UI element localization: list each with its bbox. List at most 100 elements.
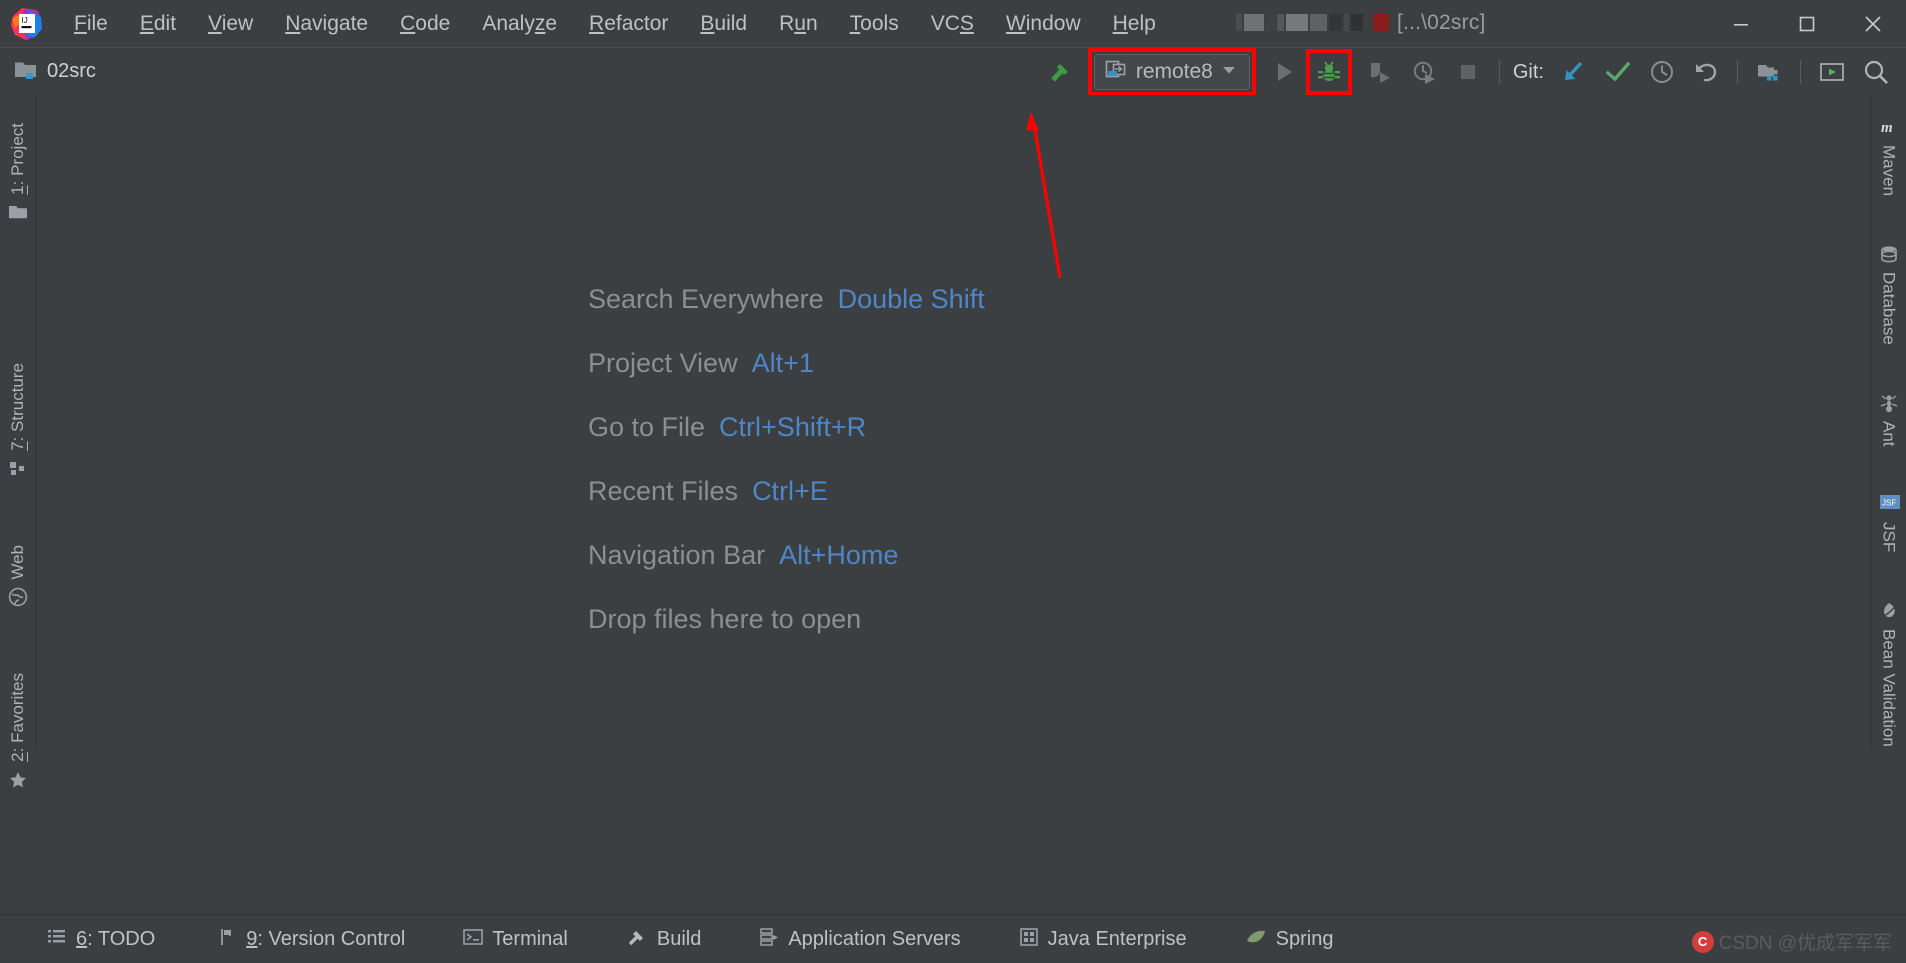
hint-shortcut: Ctrl+E bbox=[752, 475, 828, 506]
run-button[interactable] bbox=[1262, 50, 1306, 94]
stop-button[interactable] bbox=[1446, 50, 1490, 94]
sidebar-item-label: Maven bbox=[1879, 145, 1899, 197]
terminal-icon bbox=[463, 928, 484, 951]
right-tool-window-bar: m Maven Database Ant JSF JSF Bean Valida… bbox=[1870, 95, 1906, 749]
menu-tools[interactable]: Tools bbox=[834, 9, 915, 39]
git-history-button[interactable] bbox=[1640, 50, 1684, 94]
sidebar-item-maven[interactable]: m Maven bbox=[1879, 107, 1899, 206]
sidebar-item-label: JSF bbox=[1879, 522, 1899, 553]
sidebar-item-label: Ant bbox=[1879, 420, 1899, 447]
bottom-item-label: 9: Version Control bbox=[246, 927, 406, 950]
menu-code[interactable]: Code bbox=[384, 9, 466, 39]
run-with-coverage-button[interactable] bbox=[1358, 50, 1402, 94]
hint-shortcut: Double Shift bbox=[837, 283, 985, 314]
sidebar-item-jsf[interactable]: JSF JSF bbox=[1879, 484, 1900, 562]
maven-icon: m bbox=[1879, 117, 1899, 137]
sidebar-item-bean-validation[interactable]: Bean Validation bbox=[1879, 591, 1899, 757]
menu-edit[interactable]: Edit bbox=[124, 9, 192, 39]
sidebar-item-structure[interactable]: 7: Structure bbox=[8, 353, 28, 489]
bottom-item-todo[interactable]: 6: TODO bbox=[28, 928, 174, 951]
ant-icon bbox=[1879, 393, 1899, 413]
menu-navigate[interactable]: Navigate bbox=[269, 9, 384, 39]
star-icon bbox=[8, 770, 28, 790]
sidebar-item-label: 1: Project bbox=[7, 123, 27, 195]
bottom-item-spring[interactable]: Spring bbox=[1226, 927, 1353, 952]
sidebar-item-database[interactable]: Database bbox=[1879, 234, 1899, 355]
redacted-block bbox=[1244, 14, 1264, 32]
window-controls bbox=[1708, 0, 1906, 47]
bottom-tool-window-bar: 6: TODO 9: Version Control Terminal Buil… bbox=[0, 914, 1906, 963]
hint-row-drop-files: Drop files here to open bbox=[588, 587, 985, 651]
sidebar-item-ant[interactable]: Ant bbox=[1879, 383, 1899, 457]
redacted-block bbox=[1373, 14, 1389, 32]
navigation-bar[interactable]: 02src bbox=[14, 59, 96, 85]
redacted-block bbox=[1344, 14, 1349, 32]
git-commit-button[interactable] bbox=[1596, 50, 1640, 94]
maximize-button[interactable] bbox=[1774, 0, 1840, 47]
sidebar-item-label: Web bbox=[7, 544, 27, 580]
svg-text:IJ: IJ bbox=[22, 16, 28, 25]
hint-name: Project View bbox=[588, 347, 738, 378]
git-rollback-button[interactable] bbox=[1684, 50, 1728, 94]
hint-row: Project View Alt+1 bbox=[588, 331, 985, 395]
run-configuration-selector[interactable]: remote8 bbox=[1093, 54, 1250, 90]
window-title: [...\02src] bbox=[1236, 8, 1486, 38]
globe-icon bbox=[8, 587, 28, 607]
menu-view[interactable]: View bbox=[192, 9, 269, 39]
sidebar-item-web[interactable]: Web bbox=[8, 535, 28, 618]
search-everywhere-button[interactable] bbox=[1854, 50, 1898, 94]
menu-bar: File Edit View Navigate Code Analyze Ref… bbox=[58, 9, 1172, 39]
bottom-item-label: Java Enterprise bbox=[1047, 927, 1187, 950]
menu-analyze[interactable]: Analyze bbox=[466, 9, 573, 39]
remote-debug-config-icon bbox=[1104, 58, 1128, 87]
bottom-item-terminal[interactable]: Terminal bbox=[444, 928, 587, 951]
project-structure-button[interactable] bbox=[1747, 50, 1791, 94]
csdn-badge-icon: C bbox=[1691, 930, 1714, 953]
menu-refactor[interactable]: Refactor bbox=[573, 9, 684, 39]
bottom-item-application-servers[interactable]: Application Servers bbox=[740, 927, 979, 952]
run-anything-button[interactable] bbox=[1810, 50, 1854, 94]
sidebar-item-project[interactable]: 1: Project bbox=[8, 113, 28, 233]
folder-icon bbox=[8, 203, 28, 223]
structure-icon bbox=[8, 459, 28, 479]
bottom-item-java-enterprise[interactable]: Java Enterprise bbox=[1000, 927, 1206, 952]
hammer-icon bbox=[626, 927, 648, 952]
menu-vcs[interactable]: VCS bbox=[915, 9, 990, 39]
minimize-button[interactable] bbox=[1708, 0, 1774, 47]
bottom-item-label: 6: TODO bbox=[76, 927, 156, 950]
chevron-down-icon[interactable] bbox=[1221, 63, 1237, 81]
sidebar-item-label: 7: Structure bbox=[7, 362, 27, 451]
redacted-block bbox=[1277, 14, 1284, 32]
hint-row: Recent Files Ctrl+E bbox=[588, 459, 985, 523]
bottom-item-label: Build bbox=[656, 927, 702, 950]
menu-file[interactable]: File bbox=[58, 9, 124, 39]
sidebar-item-favorites[interactable]: 2: Favorites bbox=[8, 663, 28, 800]
todo-icon bbox=[47, 928, 67, 951]
bottom-item-build[interactable]: Build bbox=[607, 927, 720, 952]
sidebar-item-label: 2: Favorites bbox=[7, 673, 27, 763]
git-update-button[interactable] bbox=[1552, 50, 1596, 94]
redacted-block bbox=[1286, 14, 1308, 32]
hint-shortcut: Alt+Home bbox=[779, 539, 899, 570]
hint-row: Navigation Bar Alt+Home bbox=[588, 523, 985, 587]
profile-button[interactable] bbox=[1402, 50, 1446, 94]
hint-shortcut: Alt+1 bbox=[751, 347, 814, 378]
folder-icon bbox=[14, 59, 38, 85]
redacted-block bbox=[1266, 14, 1275, 32]
menu-help[interactable]: Help bbox=[1097, 9, 1172, 39]
hint-row: Go to File Ctrl+Shift+R bbox=[588, 395, 985, 459]
close-button[interactable] bbox=[1840, 0, 1906, 47]
menu-build[interactable]: Build bbox=[684, 9, 763, 39]
bottom-item-label: Spring bbox=[1275, 927, 1334, 950]
vcs-branch-icon bbox=[217, 927, 237, 952]
menu-run[interactable]: Run bbox=[763, 9, 834, 39]
debug-button[interactable] bbox=[1312, 55, 1346, 89]
menu-window[interactable]: Window bbox=[990, 9, 1097, 39]
svg-text:JSF: JSF bbox=[1882, 499, 1896, 508]
redacted-block bbox=[1329, 14, 1342, 32]
redacted-block bbox=[1365, 14, 1371, 32]
hint-name: Navigation Bar bbox=[588, 539, 766, 570]
window-title-text: [...\02src] bbox=[1397, 11, 1486, 34]
bottom-item-version-control[interactable]: 9: Version Control bbox=[198, 927, 424, 952]
build-button[interactable] bbox=[1038, 50, 1082, 94]
